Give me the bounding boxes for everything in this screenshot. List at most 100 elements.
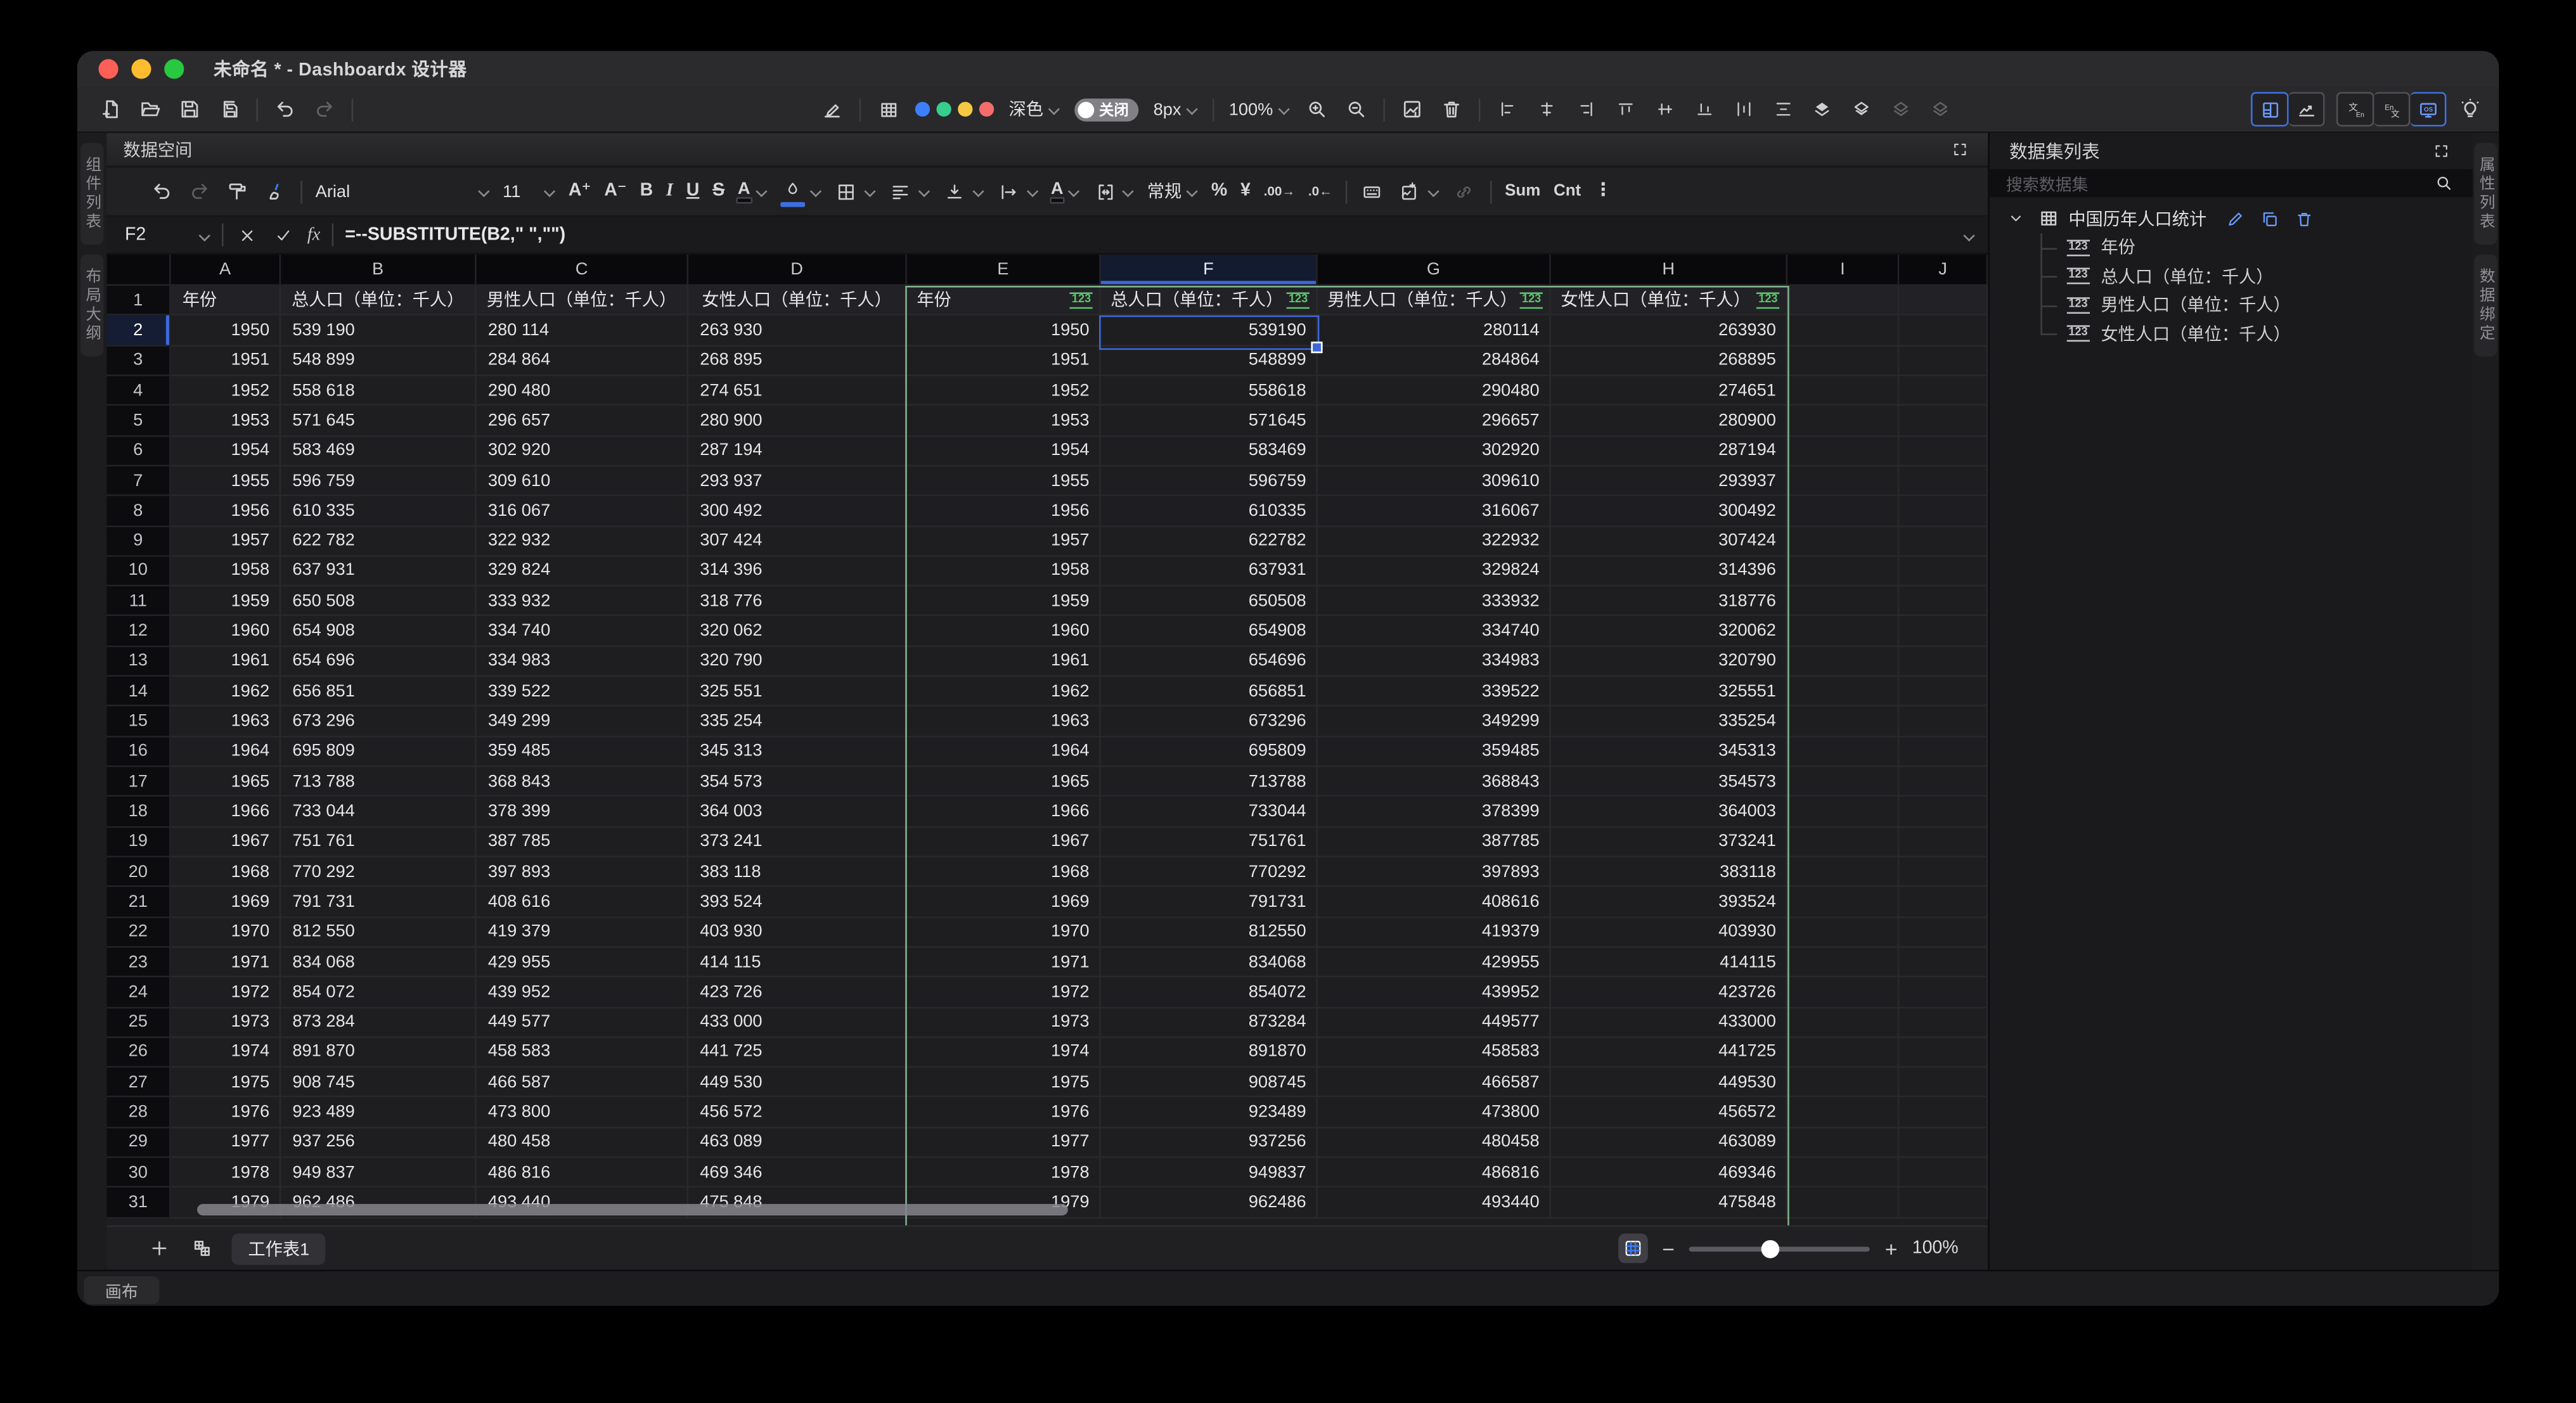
cell[interactable]: 359 485 [477,737,688,767]
fullscreen-window-button[interactable] [164,59,184,79]
cell[interactable]: 373241 [1551,827,1787,857]
cell[interactable]: 1970 [171,918,281,947]
cell[interactable]: 325 551 [688,677,907,707]
cell[interactable] [1787,767,1899,797]
cell[interactable]: 610 335 [281,496,476,526]
row-number[interactable]: 9 [106,527,171,556]
row-number[interactable]: 14 [106,677,171,707]
canvas-tab[interactable]: 画布 [84,1276,159,1304]
cell[interactable] [1787,887,1899,917]
row-number[interactable]: 11 [106,587,171,617]
cell[interactable]: 334740 [1318,617,1551,646]
dashboard-view-button[interactable] [2251,92,2289,126]
cell[interactable]: 622 782 [281,527,476,556]
count-button[interactable]: Cnt [1554,183,1581,200]
copy-dataset-icon[interactable] [2257,206,2282,231]
cell[interactable]: 334 983 [477,647,688,677]
cell[interactable]: 1960 [171,617,281,646]
cell[interactable] [1787,466,1899,496]
column-header[interactable]: A [171,255,281,286]
cell[interactable]: 583469 [1101,436,1318,466]
row-number[interactable]: 27 [106,1068,171,1098]
distribute-vertical-icon[interactable] [1771,97,1796,122]
cell[interactable]: 287 194 [688,436,907,466]
cell[interactable]: 854 072 [281,978,476,1008]
fill-color-select[interactable] [780,177,821,207]
merge-cells-select[interactable] [1093,179,1134,204]
cell[interactable]: 751761 [1101,827,1318,857]
cell[interactable] [1899,1038,1988,1068]
cell[interactable] [1899,797,1988,827]
cell[interactable]: 937 256 [281,1128,476,1158]
cell[interactable]: 654 908 [281,617,476,646]
cell[interactable]: 1958 [907,556,1101,586]
cell[interactable]: 408616 [1318,887,1551,917]
cell[interactable]: 637 931 [281,556,476,586]
cell[interactable]: 458 583 [477,1038,688,1068]
new-file-icon[interactable] [99,97,124,122]
cell[interactable]: 949 837 [281,1158,476,1188]
cell[interactable]: 1971 [907,947,1101,977]
cell[interactable]: 268895 [1551,346,1787,376]
gap-select[interactable]: 8px [1154,99,1198,119]
cell[interactable]: 637931 [1101,556,1318,586]
cell[interactable]: 1965 [171,767,281,797]
title-bar[interactable]: 未命名 * - Dashboardx 设计器 [77,51,2499,87]
cell[interactable]: 1961 [171,647,281,677]
cancel-edit-icon[interactable] [235,222,260,247]
cell[interactable]: 1955 [907,466,1101,496]
cell[interactable]: 548899 [1101,346,1318,376]
cell[interactable]: 812550 [1101,918,1318,947]
cell[interactable] [1899,1158,1988,1188]
cell[interactable]: 770292 [1101,857,1318,887]
cell[interactable]: 1967 [907,827,1101,857]
redo-icon[interactable] [187,179,212,204]
more-options-icon[interactable]: ⋮ [1594,183,1613,201]
distribute-horizontal-icon[interactable] [1731,97,1756,122]
export-image-icon[interactable] [1400,97,1424,122]
cell[interactable]: 539 190 [281,316,476,345]
cell[interactable]: 1956 [907,496,1101,526]
right-panel-tab[interactable]: 数据绑定 [2475,255,2497,357]
cell[interactable]: 334983 [1318,647,1551,677]
cell[interactable]: 1978 [171,1158,281,1188]
cell[interactable]: 274651 [1551,376,1787,406]
row-number[interactable]: 5 [106,406,171,436]
cell[interactable]: 433 000 [688,1008,907,1037]
cell[interactable]: 751 761 [281,827,476,857]
percent-format-icon[interactable]: % [1211,183,1227,201]
cell[interactable]: 439 952 [477,978,688,1008]
save-icon[interactable] [177,97,202,122]
cell[interactable]: 334 740 [477,617,688,646]
cell[interactable]: 403930 [1551,918,1787,947]
cell[interactable] [1787,316,1899,345]
cell[interactable]: 891 870 [281,1038,476,1068]
zoom-in-button[interactable]: + [1885,1238,1898,1259]
cell[interactable]: 年份 [171,286,281,316]
cell[interactable] [1787,376,1899,406]
cell[interactable] [1899,677,1988,707]
grid-corner[interactable] [106,255,171,286]
cell[interactable]: 307 424 [688,527,907,556]
cell[interactable]: 834068 [1101,947,1318,977]
clear-format-icon[interactable] [263,179,288,204]
cell[interactable]: 419 379 [477,918,688,947]
cell[interactable]: 908745 [1101,1068,1318,1098]
cell[interactable]: 302 920 [477,436,688,466]
cell[interactable]: 318 776 [688,587,907,617]
cell[interactable] [1899,316,1988,345]
cell[interactable]: 423 726 [688,978,907,1008]
zoom-in-icon[interactable] [1304,97,1329,122]
lang-zh-button[interactable]: 文En [2336,92,2374,126]
cell[interactable]: 1957 [171,527,281,556]
cell[interactable]: 937256 [1101,1128,1318,1158]
cell[interactable]: 414115 [1551,947,1787,977]
cell[interactable]: 441725 [1551,1038,1787,1068]
cell[interactable]: 1957 [907,527,1101,556]
cell[interactable]: 364 003 [688,797,907,827]
cell[interactable]: 293937 [1551,466,1787,496]
align-right-icon[interactable] [1574,97,1599,122]
cell[interactable] [1899,466,1988,496]
palette-color-dot[interactable] [936,102,951,117]
cell[interactable]: 1959 [171,587,281,617]
